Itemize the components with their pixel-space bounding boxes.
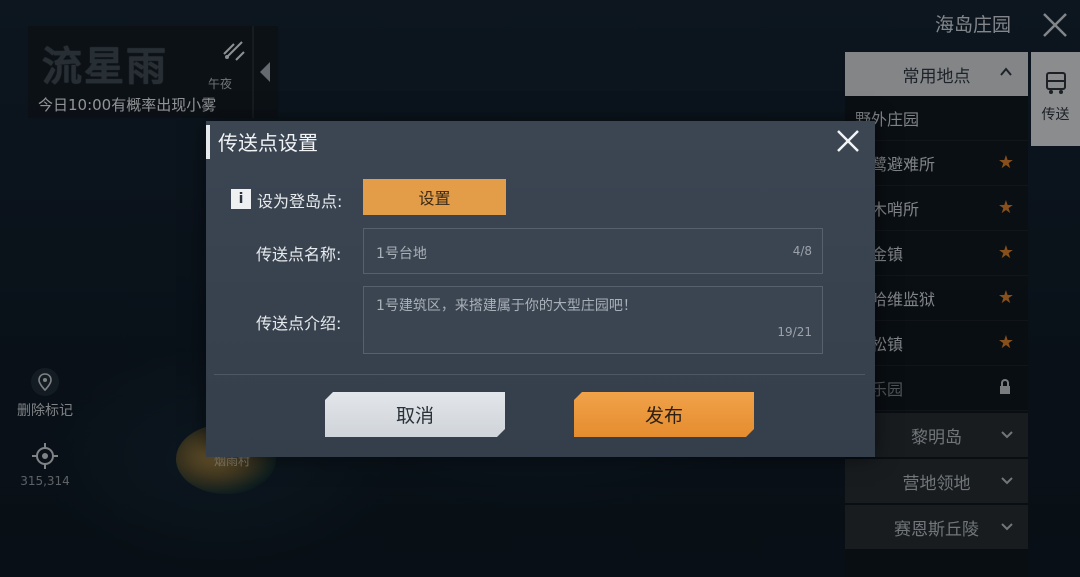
info-icon[interactable]: i [231,189,251,209]
intro-char-count: 19/21 [777,325,812,339]
name-char-count: 4/8 [792,244,812,258]
name-input[interactable] [374,242,758,264]
publish-button[interactable]: 发布 [574,392,754,437]
intro-textarea[interactable]: 1号建筑区，来搭建属于你的大型庄园吧！ [374,293,778,327]
set-landing-button[interactable]: 设置 [363,179,506,215]
title-accent-bar [206,125,210,159]
cancel-button[interactable]: 取消 [325,392,505,437]
dialog-title: 传送点设置 [218,131,318,155]
intro-field[interactable]: 1号建筑区，来搭建属于你的大型庄园吧！ 19/21 [363,286,823,354]
close-icon[interactable] [834,127,862,155]
name-label: 传送点名称: [256,245,342,264]
name-field[interactable]: 4/8 [363,228,823,274]
intro-label: 传送点介绍: [256,314,342,333]
teleport-settings-dialog: 传送点设置 i 设为登岛点: 设置 传送点名称: 4/8 传送点介绍: 1号建筑… [206,121,875,457]
set-landing-label: 设为登岛点: [257,192,343,211]
dialog-divider [214,374,865,375]
dialog-title-bar: 传送点设置 [206,121,875,159]
